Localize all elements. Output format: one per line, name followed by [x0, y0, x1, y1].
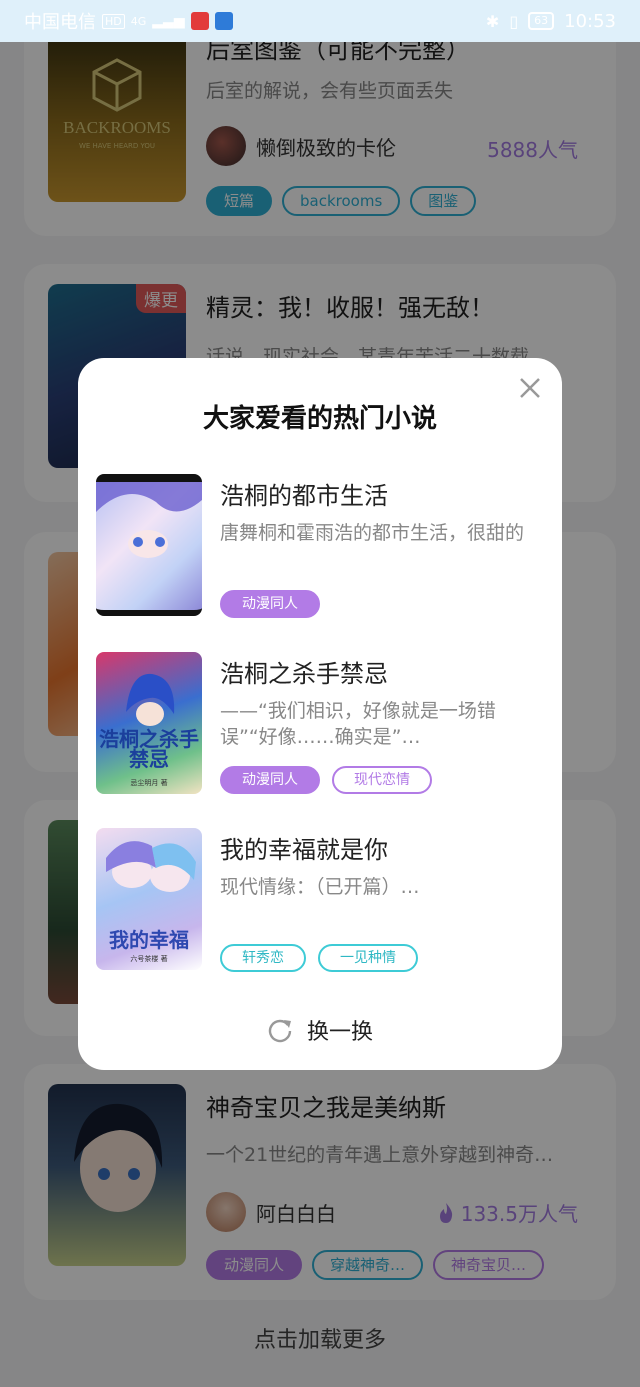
tag-list: 动漫同人	[220, 590, 320, 618]
bluetooth-icon: ✱	[485, 11, 500, 31]
carrier-label: 中国电信	[24, 12, 96, 33]
tag[interactable]: 一见种情	[318, 944, 418, 972]
tag[interactable]: 现代恋情	[332, 766, 432, 794]
book-description: 现代情缘：（已开篇）…	[220, 876, 420, 898]
cover-author: 六号茶楼 著	[130, 955, 168, 963]
status-bar: 中国电信 HD 4G ▂▃▅ ✱ ▯ 63 10:53	[0, 0, 640, 42]
recommend-dialog: 大家爱看的热门小说 浩桐的都市生活 唐舞桐和霍雨浩的都市生活，很甜的 动漫同人 …	[78, 358, 562, 1070]
book-cover: 我的幸福 六号茶楼 著	[96, 828, 202, 970]
hd-icon: HD	[102, 13, 125, 29]
anime-illustration-icon	[126, 673, 175, 726]
clock: 10:53	[564, 10, 616, 32]
book-cover: 浩桐之杀手禁忌 忌尘明月 著	[96, 652, 202, 794]
recommend-item[interactable]: 浩桐之杀手禁忌 忌尘明月 著 浩桐之杀手禁忌 ——“我们相识，好像就是一场错误”…	[96, 652, 546, 802]
book-title: 浩桐的都市生活	[220, 482, 388, 510]
tag[interactable]: 轩秀恋	[220, 944, 306, 972]
dialog-title: 大家爱看的热门小说	[202, 404, 437, 434]
refresh-label: 换一换	[306, 1020, 373, 1045]
tag-list: 轩秀恋 一见种情	[220, 944, 418, 972]
signal-icon: ▂▃▅	[152, 13, 185, 29]
book-title: 浩桐之杀手禁忌	[220, 660, 388, 688]
tag[interactable]: 动漫同人	[220, 590, 320, 618]
cover-title: 浩桐之杀手禁忌	[99, 729, 199, 771]
battery-icon: 63	[528, 12, 555, 30]
tag[interactable]: 动漫同人	[220, 766, 320, 794]
arrow-app-icon	[214, 12, 233, 30]
book-app-icon	[190, 12, 209, 30]
recommend-item[interactable]: 我的幸福 六号茶楼 著 我的幸福就是你 现代情缘：（已开篇）… 轩秀恋 一见种情	[96, 828, 546, 978]
book-description: 唐舞桐和霍雨浩的都市生活，很甜的	[220, 522, 525, 544]
recommend-item[interactable]: 浩桐的都市生活 唐舞桐和霍雨浩的都市生活，很甜的 动漫同人	[96, 474, 546, 624]
book-description: ——“我们相识，好像就是一场错误”“好像……确实是”…	[220, 700, 496, 748]
book-cover	[96, 474, 202, 616]
refresh-icon	[268, 1019, 292, 1043]
cover-title: 我的幸福	[109, 930, 189, 952]
anime-illustration-icon	[96, 482, 202, 558]
vibrate-icon: ▯	[509, 11, 519, 31]
refresh-button[interactable]: 换一换	[78, 1014, 562, 1046]
cover-author: 忌尘明月 著	[130, 779, 168, 787]
tag-list: 动漫同人 现代恋情	[220, 766, 432, 794]
book-title: 我的幸福就是你	[220, 836, 388, 864]
network-label: 4G	[130, 14, 147, 28]
